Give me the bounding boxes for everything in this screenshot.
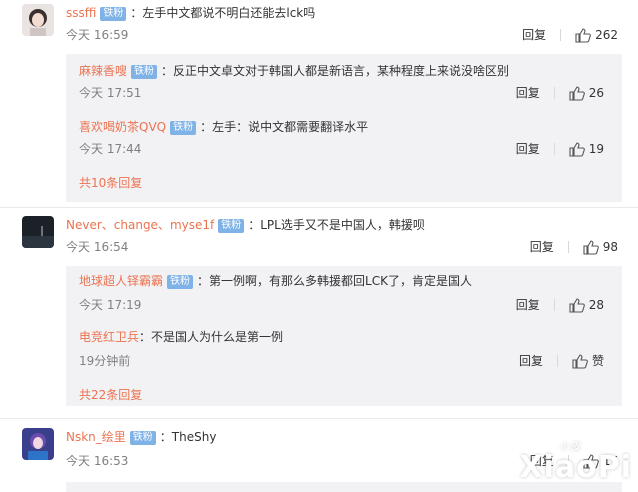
comment-header: sssffi 铁粉 ：左手中文都说不明白还能去lck吗: [66, 4, 315, 22]
reply-header: 电竞红卫兵：不是国人为什么是第一例: [79, 328, 283, 346]
username[interactable]: 喜欢喝奶茶QVQ: [79, 120, 166, 134]
reply-button[interactable]: 回复: [516, 84, 540, 102]
watermark-sub: 小皮: [560, 442, 582, 453]
divider: [553, 143, 555, 155]
reply-text: ：第一例啊，有那么多韩援都回LCK了，肯定是国人: [197, 274, 472, 288]
comment-text: ：LPL选手又不是中国人，韩援呗: [248, 218, 425, 232]
like-count: 19: [588, 142, 604, 156]
fan-badge: 铁粉: [131, 65, 158, 79]
divider: [553, 87, 555, 99]
like-count: 赞: [591, 354, 604, 368]
comment-text: ：TheShy: [159, 430, 217, 444]
reply-button[interactable]: 回复: [516, 296, 540, 314]
username[interactable]: 地球超人铎霸霸: [79, 274, 163, 288]
reply-button[interactable]: 回复: [519, 352, 543, 370]
comment-header: Nskn_绘里 铁粉 ：TheShy: [66, 428, 216, 446]
username[interactable]: 麻辣香嗖: [79, 64, 127, 78]
like-button[interactable]: 98: [583, 238, 618, 256]
avatar[interactable]: [22, 216, 54, 248]
reply-time: 今天 17:19: [79, 298, 142, 312]
more-replies-link[interactable]: 共22条回复: [79, 386, 142, 404]
username[interactable]: 电竞红卫兵: [79, 330, 139, 344]
reply-button[interactable]: 回复: [516, 140, 540, 158]
comment-header: Never、change、myse1f 铁粉 ：LPL选手又不是中国人，韩援呗: [66, 216, 425, 234]
reply-button[interactable]: 回复: [530, 238, 554, 256]
like-button[interactable]: 262: [575, 26, 618, 44]
like-button[interactable]: 赞: [572, 352, 604, 370]
reply-time: 19分钟前: [79, 354, 131, 368]
comment-text: ：左手中文都说不明白还能去lck吗: [130, 6, 316, 20]
reply-header: 麻辣香嗖 铁粉 ：反正中文卓文对于韩国人都是新语言，某种程度上来说没啥区别: [79, 62, 509, 80]
divider: [0, 418, 638, 419]
fan-badge: 铁粉: [129, 431, 156, 445]
reply-actions: 回复 19: [516, 140, 604, 158]
thumbs-up-icon: [575, 28, 591, 43]
comment-time: 今天 16:53: [66, 454, 129, 468]
fan-badge: 铁粉: [218, 219, 245, 233]
reply-box: 麻辣香嗖 铁粉 ：反正中文卓文对于韩国人都是新语言，某种程度上来说没啥区别 今天 1…: [66, 54, 622, 202]
avatar[interactable]: [22, 428, 54, 460]
reply-actions: 回复 赞: [519, 352, 604, 370]
thumbs-up-icon: [569, 298, 585, 313]
divider: [0, 207, 638, 208]
username[interactable]: Never、change、myse1f: [66, 218, 214, 232]
comment-time: 今天 16:54: [66, 240, 129, 254]
reply-actions: 回复 26: [516, 84, 604, 102]
reply-box: 地球超人铎霸霸 铁粉 ：第一例啊，有那么多韩援都回LCK了，肯定是国人 今天 17:…: [66, 266, 622, 406]
thumbs-up-icon: [569, 142, 585, 157]
reply-time: 今天 17:44: [79, 142, 142, 156]
reply-actions: 回复 28: [516, 296, 604, 314]
divider: [567, 241, 569, 253]
like-button[interactable]: 26: [569, 84, 604, 102]
thumbs-up-icon: [569, 86, 585, 101]
divider: [556, 355, 558, 367]
like-count: 26: [588, 86, 604, 100]
comment-actions: 回复 98: [530, 238, 618, 256]
reply-button[interactable]: 回复: [522, 26, 546, 44]
reply-text: ：反正中文卓文对于韩国人都是新语言，某种程度上来说没啥区别: [161, 64, 510, 78]
watermark-main: XiaoPi: [519, 450, 632, 485]
fan-badge: 铁粉: [100, 7, 127, 21]
reply-text: ：左手：说中文都需要翻译水平: [200, 120, 369, 134]
like-count: 98: [602, 240, 618, 254]
fan-badge: 铁粉: [170, 121, 197, 135]
like-count: 262: [595, 28, 618, 42]
reply-header: 喜欢喝奶茶QVQ 铁粉 ：左手：说中文都需要翻译水平: [79, 118, 368, 136]
comment-actions: 回复 262: [522, 26, 618, 44]
like-count: 28: [588, 298, 604, 312]
reply-text: ：不是国人为什么是第一例: [139, 330, 284, 344]
username[interactable]: sssffi: [66, 6, 96, 20]
reply-header: 地球超人铎霸霸 铁粉 ：第一例啊，有那么多韩援都回LCK了，肯定是国人: [79, 272, 472, 290]
thumbs-up-icon: [583, 240, 599, 255]
comment-time: 今天 16:59: [66, 28, 129, 42]
like-button[interactable]: 28: [569, 296, 604, 314]
divider: [553, 299, 555, 311]
avatar[interactable]: [22, 4, 54, 36]
fan-badge: 铁粉: [167, 275, 194, 289]
more-replies-link[interactable]: 共10条回复: [79, 174, 142, 192]
divider: [560, 29, 562, 41]
thumbs-up-icon: [572, 354, 588, 369]
like-button[interactable]: 19: [569, 140, 604, 158]
username[interactable]: Nskn_绘里: [66, 430, 126, 444]
watermark-logo: 小皮 XiaoPi: [519, 442, 632, 485]
reply-time: 今天 17:51: [79, 86, 142, 100]
